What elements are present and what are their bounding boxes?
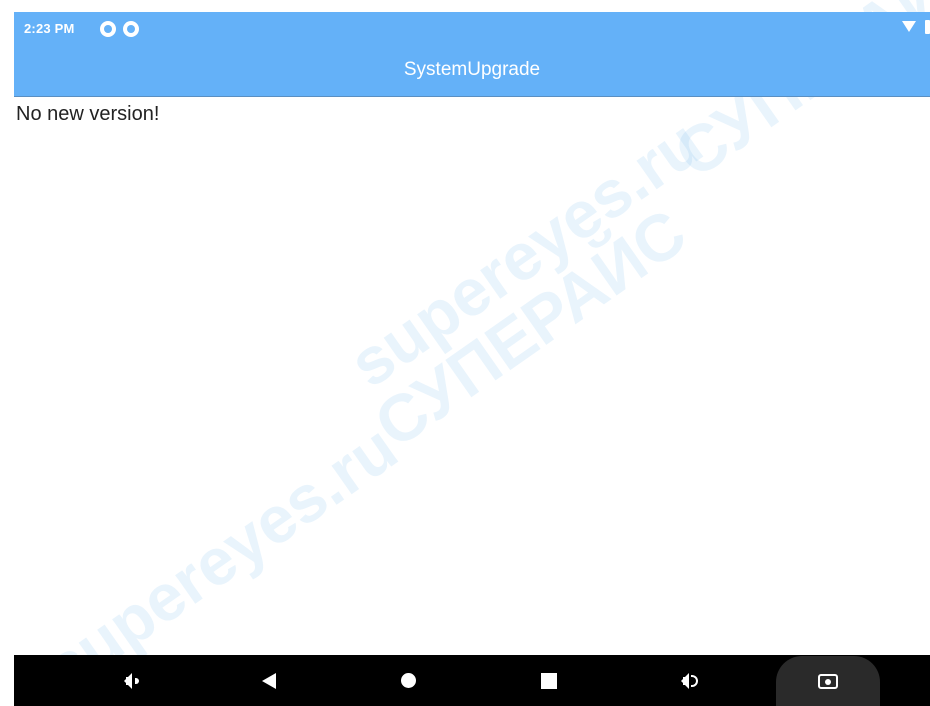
volume-up-icon [680,672,698,689]
page-title: SystemUpgrade [403,59,541,80]
watermark-text: СУПЕРАЙС [361,194,699,462]
home-icon [400,673,416,688]
navigation-bar [14,655,930,706]
camera-icon [818,673,838,689]
volume-down-icon [123,672,139,689]
status-time: 2:23 PM [24,21,75,36]
back-icon [262,672,276,689]
status-message: No new version! [16,103,160,125]
watermark-text: supereyes.ru [335,104,715,402]
recents-button[interactable] [519,655,579,706]
volume-down-button[interactable] [102,655,162,706]
app-header: 2:23 PM SystemUpgrade [14,12,930,97]
battery-icon [925,20,930,34]
home-button[interactable] [378,655,438,706]
recents-icon [541,672,557,689]
app-notification-icon [100,21,116,37]
wifi-icon [902,21,916,32]
app-notification-icon [123,21,139,37]
volume-up-button[interactable] [660,655,720,706]
screen: supereyes.ru СУПЕРАЙС supereyes.ru СУПЕР… [0,0,930,706]
screenshot-button[interactable] [776,656,880,706]
back-button[interactable] [239,655,299,706]
